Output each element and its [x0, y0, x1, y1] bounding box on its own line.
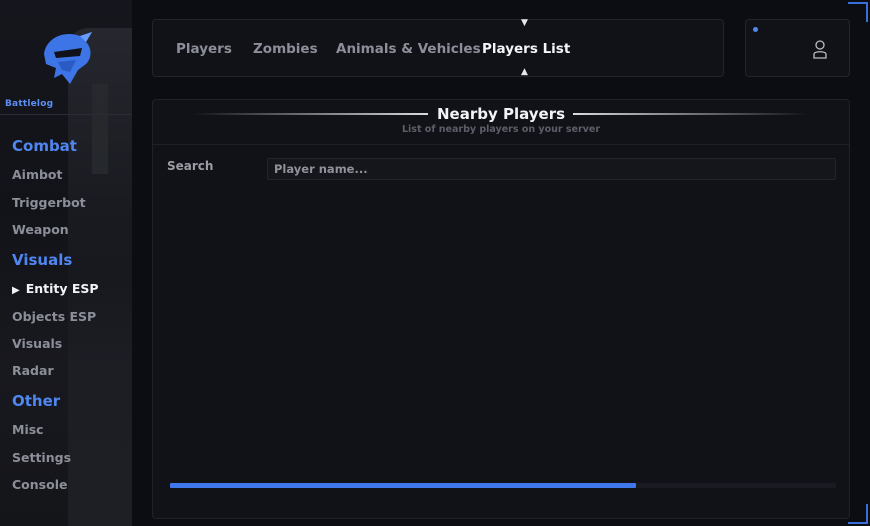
status-indicator-dot	[753, 27, 758, 32]
panel-header: Nearby Players List of nearby players on…	[153, 100, 849, 145]
sidebar: Battlelog Combat Aimbot Triggerbot Weapo…	[0, 0, 132, 526]
sidebar-item-entity-esp[interactable]: ▶ Entity ESP	[12, 281, 99, 296]
sidebar-item-console[interactable]: Console	[12, 477, 67, 492]
section-title-other: Other	[12, 392, 61, 410]
tab-players[interactable]: Players	[176, 41, 232, 57]
sidebar-item-misc[interactable]: Misc	[12, 422, 44, 437]
search-label: Search	[167, 159, 214, 173]
sidebar-item-visuals[interactable]: Visuals	[12, 336, 62, 351]
frame-corner-bottom-right	[848, 504, 868, 524]
knight-helmet-logo-icon	[44, 32, 92, 84]
active-arrow-icon: ▶	[12, 285, 20, 296]
frame-corner-top-right	[848, 2, 868, 22]
user-icon[interactable]	[812, 39, 828, 59]
sidebar-item-triggerbot[interactable]: Triggerbot	[12, 195, 86, 210]
progress-bar-fill	[170, 483, 637, 488]
sidebar-item-aimbot[interactable]: Aimbot	[12, 167, 63, 182]
active-tab-marker-up-icon: ▲	[521, 67, 528, 77]
sidebar-item-settings[interactable]: Settings	[12, 450, 71, 465]
panel-title: Nearby Players	[436, 105, 566, 123]
player-search-input[interactable]	[267, 158, 836, 180]
section-title-visuals: Visuals	[12, 251, 73, 269]
sidebar-background-post	[92, 84, 108, 174]
sidebar-item-radar[interactable]: Radar	[12, 363, 54, 378]
panel-subtitle: List of nearby players on your server	[401, 124, 600, 135]
nearby-players-panel: Nearby Players List of nearby players on…	[152, 99, 850, 519]
progress-bar	[170, 483, 836, 488]
sidebar-item-objects-esp[interactable]: Objects ESP	[12, 309, 96, 324]
brand-divider	[0, 114, 132, 115]
tab-bar: Players Zombies Animals & Vehicles Playe…	[152, 18, 724, 77]
section-title-combat: Combat	[12, 137, 77, 155]
tab-zombies[interactable]: Zombies	[253, 41, 318, 57]
user-panel	[745, 19, 850, 77]
sidebar-item-weapon[interactable]: Weapon	[12, 222, 69, 237]
tab-players-list[interactable]: Players List	[482, 41, 570, 57]
sidebar-item-label: Entity ESP	[25, 281, 99, 296]
brand-name: Battlelog	[5, 99, 54, 109]
tab-animals-vehicles[interactable]: Animals & Vehicles	[336, 41, 481, 57]
active-tab-marker-down-icon: ▼	[521, 18, 528, 28]
